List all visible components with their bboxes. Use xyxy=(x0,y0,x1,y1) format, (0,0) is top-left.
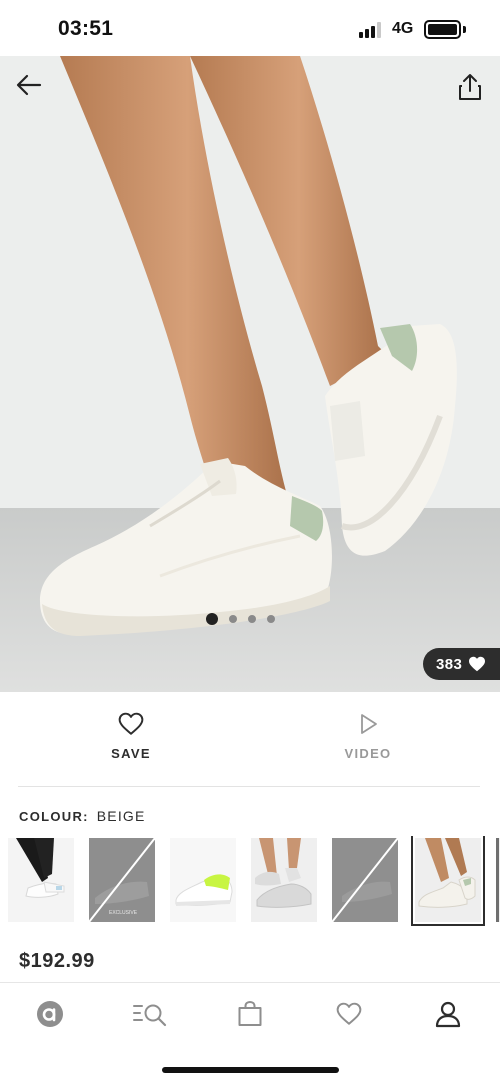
colour-swatch-legs-black-leggings[interactable] xyxy=(8,838,74,922)
search-icon xyxy=(133,1004,167,1027)
video-button[interactable]: VIDEO xyxy=(308,712,428,772)
battery-icon xyxy=(424,20,461,39)
nav-search[interactable] xyxy=(130,997,170,1031)
signal-icon xyxy=(359,22,383,38)
colour-row: COLOUR: BEIGE xyxy=(19,808,146,824)
arrow-left-icon xyxy=(16,74,42,96)
bottom-navigation xyxy=(0,982,500,1080)
action-row: SAVE VIDEO xyxy=(0,692,500,788)
heart-icon xyxy=(336,1002,362,1025)
back-button[interactable] xyxy=(14,70,44,100)
likes-count: 383 xyxy=(436,655,463,673)
save-label: SAVE xyxy=(111,746,151,761)
network-type: 4G xyxy=(392,20,414,37)
share-button[interactable] xyxy=(456,72,484,102)
exclusive-caption: EXCLUSIVE xyxy=(109,910,138,916)
colour-swatch-beige-sneakers[interactable] xyxy=(411,836,485,926)
carousel-dot[interactable] xyxy=(248,615,256,623)
colour-swatch-exclusive-unavailable[interactable]: EXCLUSIVE xyxy=(89,838,155,922)
nav-saved[interactable] xyxy=(329,997,369,1031)
nav-home[interactable] xyxy=(30,997,70,1031)
colour-swatch-white-neon-sneaker[interactable] xyxy=(170,838,236,922)
colour-value: BEIGE xyxy=(96,808,146,824)
nav-account[interactable] xyxy=(428,997,468,1031)
nav-bag[interactable] xyxy=(230,997,270,1031)
carousel-indicator xyxy=(206,613,275,625)
colour-swatch-legs-grey-sneakers[interactable] xyxy=(251,838,317,922)
likes-badge: 383 xyxy=(423,648,500,680)
colour-swatch-unavailable-variant[interactable] xyxy=(332,838,398,922)
status-time: 03:51 xyxy=(58,17,114,40)
carousel-dot[interactable] xyxy=(206,613,218,625)
video-label: VIDEO xyxy=(344,746,392,761)
carousel-dot[interactable] xyxy=(229,615,237,623)
heart-outline-icon xyxy=(118,712,144,735)
bag-icon xyxy=(238,1000,262,1026)
colour-swatch-more[interactable] xyxy=(496,838,500,922)
product-price: $192.99 xyxy=(19,950,95,972)
brand-logo-icon xyxy=(37,1001,63,1027)
user-icon xyxy=(435,1001,461,1028)
save-button[interactable]: SAVE xyxy=(71,712,191,772)
colour-label: COLOUR: xyxy=(19,809,89,824)
share-icon xyxy=(459,74,481,100)
home-indicator xyxy=(162,1067,339,1073)
carousel-dot[interactable] xyxy=(267,615,275,623)
product-image-carousel[interactable]: 383 xyxy=(0,56,500,692)
colour-swatch-list: EXCLUSIVE xyxy=(0,836,500,926)
divider xyxy=(18,786,480,787)
product-photo xyxy=(0,56,500,692)
heart-filled-icon xyxy=(469,656,486,672)
play-icon xyxy=(361,714,377,734)
status-bar: 03:51 4G xyxy=(0,0,500,56)
